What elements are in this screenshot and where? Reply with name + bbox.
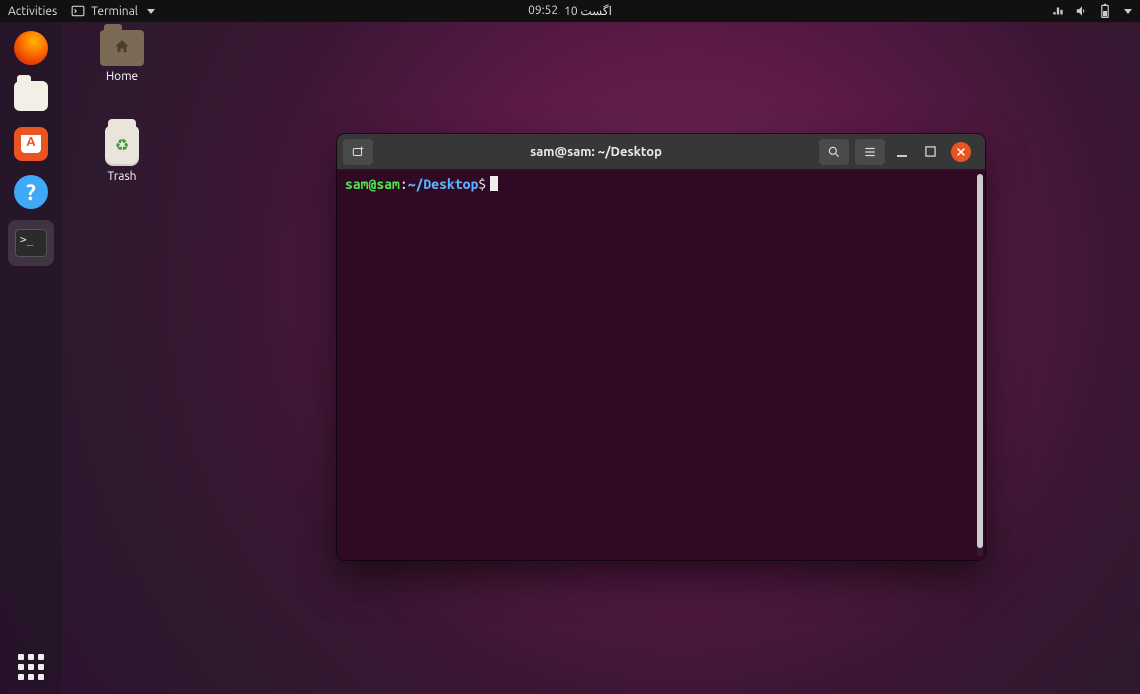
new-tab-icon: [351, 145, 365, 159]
firefox-icon: [14, 31, 48, 65]
terminal-window: sam@sam: ~/Desktop sam@sam:~/Desktop$: [337, 134, 985, 560]
dock-files[interactable]: [11, 76, 51, 116]
shopping-bag-icon: [14, 127, 48, 161]
search-button[interactable]: [819, 139, 849, 165]
recycle-icon: ♻: [115, 136, 129, 155]
dock-help[interactable]: ?: [11, 172, 51, 212]
prompt-separator: :: [400, 176, 408, 192]
chevron-down-icon: [1124, 9, 1132, 14]
clock-area[interactable]: 09:52 اگست 10: [528, 4, 612, 18]
clock-time: 09:52: [528, 4, 558, 18]
top-bar: Activities Terminal 09:52 اگست 10: [0, 0, 1140, 22]
chevron-down-icon: [147, 9, 155, 14]
help-icon: ?: [14, 175, 48, 209]
show-applications-button[interactable]: [18, 654, 44, 680]
maximize-icon: [925, 146, 936, 157]
minimize-button[interactable]: [895, 145, 909, 159]
folder-icon: [14, 81, 48, 111]
dock-terminal[interactable]: >_: [8, 220, 54, 266]
desktop-icon-home[interactable]: Home: [82, 30, 162, 83]
close-icon: [956, 147, 966, 157]
close-button[interactable]: [951, 142, 971, 162]
new-tab-button[interactable]: [343, 139, 373, 165]
desktop-icon-trash[interactable]: ♻ Trash: [82, 126, 162, 183]
terminal-icon: [71, 4, 85, 18]
dock-firefox[interactable]: [11, 28, 51, 68]
terminal-body[interactable]: sam@sam:~/Desktop$: [337, 170, 985, 560]
trash-icon: ♻: [105, 126, 139, 166]
hamburger-menu-button[interactable]: [855, 139, 885, 165]
prompt-user-host: sam@sam: [345, 176, 400, 192]
maximize-button[interactable]: [923, 145, 937, 159]
app-menu-label: Terminal: [91, 5, 138, 18]
activities-button[interactable]: Activities: [8, 5, 57, 18]
prompt-symbol: $: [478, 176, 486, 192]
scrollbar-thumb[interactable]: [977, 174, 983, 548]
system-status-area[interactable]: [1051, 3, 1132, 19]
cursor: [490, 176, 498, 191]
prompt-line: sam@sam:~/Desktop$: [345, 176, 977, 192]
battery-icon: [1099, 3, 1111, 19]
scrollbar[interactable]: [977, 174, 983, 556]
dock-software[interactable]: [11, 124, 51, 164]
desktop-icon-label: Trash: [82, 170, 162, 183]
dock: ? >_: [0, 22, 62, 694]
volume-icon: [1075, 4, 1089, 18]
hamburger-icon: [863, 145, 877, 159]
app-menu[interactable]: Terminal: [71, 4, 155, 18]
window-title: sam@sam: ~/Desktop: [379, 145, 813, 159]
network-icon: [1051, 4, 1065, 18]
prompt-path: ~/Desktop: [408, 176, 479, 192]
search-icon: [827, 145, 841, 159]
desktop-icon-label: Home: [82, 70, 162, 83]
terminal-icon: >_: [15, 229, 47, 257]
minimize-icon: [896, 146, 908, 158]
folder-icon: [100, 30, 144, 66]
desktop[interactable]: Home ♻ Trash sam@sam: ~/Desktop sam@sam: [62, 22, 1140, 694]
clock-date: اگست 10: [564, 4, 612, 18]
window-titlebar[interactable]: sam@sam: ~/Desktop: [337, 134, 985, 170]
home-icon: [112, 38, 132, 56]
